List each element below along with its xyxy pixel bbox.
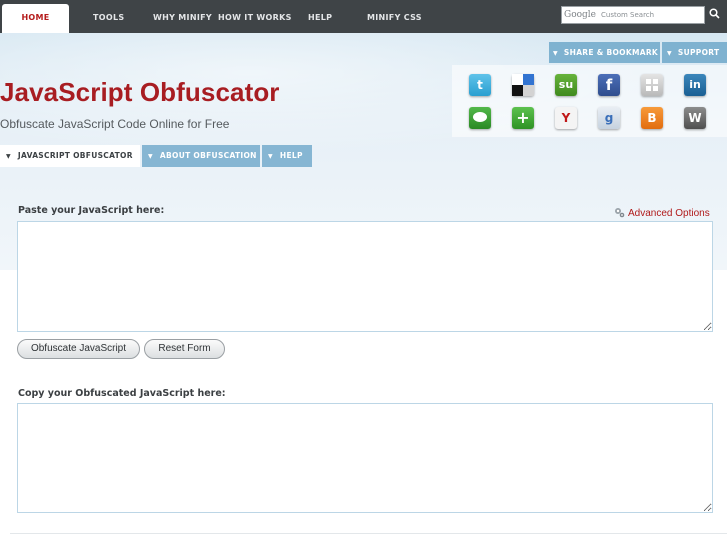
gear-icon [614, 207, 625, 218]
obfuscate-button[interactable]: Obfuscate JavaScript [17, 339, 140, 359]
tab-about-obfuscation[interactable]: ▼ ABOUT OBFUSCATION [142, 145, 260, 167]
chevron-down-icon: ▼ [667, 50, 672, 57]
support-label: SUPPORT [677, 48, 720, 57]
addthis-icon[interactable]: + [512, 107, 534, 129]
obfuscated-output[interactable] [17, 403, 713, 513]
support-button[interactable]: ▼ SUPPORT [662, 42, 727, 63]
tab-help[interactable]: ▼ HELP [262, 145, 312, 167]
chevron-down-icon: ▼ [553, 50, 558, 57]
technorati-icon[interactable] [469, 107, 491, 129]
search-icon[interactable] [709, 8, 720, 19]
delicious-icon[interactable] [512, 74, 534, 96]
search-input[interactable]: Google Custom Search [561, 6, 705, 24]
nav-how-it-works[interactable]: HOW IT WORKS [218, 0, 292, 33]
twitter-icon[interactable]: t [469, 74, 491, 96]
yahoo-icon[interactable]: Y [555, 107, 577, 129]
output-label: Copy your Obfuscated JavaScript here: [18, 388, 226, 399]
nav-help[interactable]: HELP [308, 0, 332, 33]
search-placeholder: Custom Search [601, 11, 655, 19]
page-title: JavaScript Obfuscator [0, 77, 280, 107]
wordpress-icon[interactable]: W [684, 107, 706, 129]
nav-home[interactable]: HOME [2, 4, 69, 38]
javascript-input[interactable] [17, 221, 713, 332]
nav-minify-css[interactable]: MINIFY CSS [367, 0, 422, 33]
myspace-icon[interactable] [641, 74, 663, 96]
google-icon[interactable]: g [598, 107, 620, 129]
page-subtitle: Obfuscate JavaScript Code Online for Fre… [0, 117, 230, 131]
chevron-down-icon: ▼ [268, 153, 273, 160]
facebook-icon[interactable]: f [598, 74, 620, 96]
tab-javascript-obfuscator[interactable]: ▼ JAVASCRIPT OBFUSCATOR [0, 145, 140, 167]
reset-button[interactable]: Reset Form [144, 339, 225, 359]
share-bookmark-label: SHARE & BOOKMARK [563, 48, 659, 57]
chevron-down-icon: ▼ [148, 153, 153, 160]
nav-tools[interactable]: TOOLS [93, 0, 124, 33]
share-bookmark-button[interactable]: ▼ SHARE & BOOKMARK [549, 42, 660, 63]
blogger-icon[interactable]: B [641, 107, 663, 129]
top-navigation: HOME TOOLS WHY MINIFY HOW IT WORKS HELP … [0, 0, 727, 38]
advanced-options-link[interactable]: Advanced Options [614, 207, 710, 219]
input-label: Paste your JavaScript here: [18, 205, 165, 216]
linkedin-icon[interactable]: in [684, 74, 706, 96]
nav-why-minify[interactable]: WHY MINIFY [153, 0, 212, 33]
chevron-down-icon: ▼ [6, 153, 11, 160]
stumbleupon-icon[interactable]: su [555, 74, 577, 96]
google-logo: Google [564, 10, 596, 20]
footer-divider [10, 533, 727, 534]
